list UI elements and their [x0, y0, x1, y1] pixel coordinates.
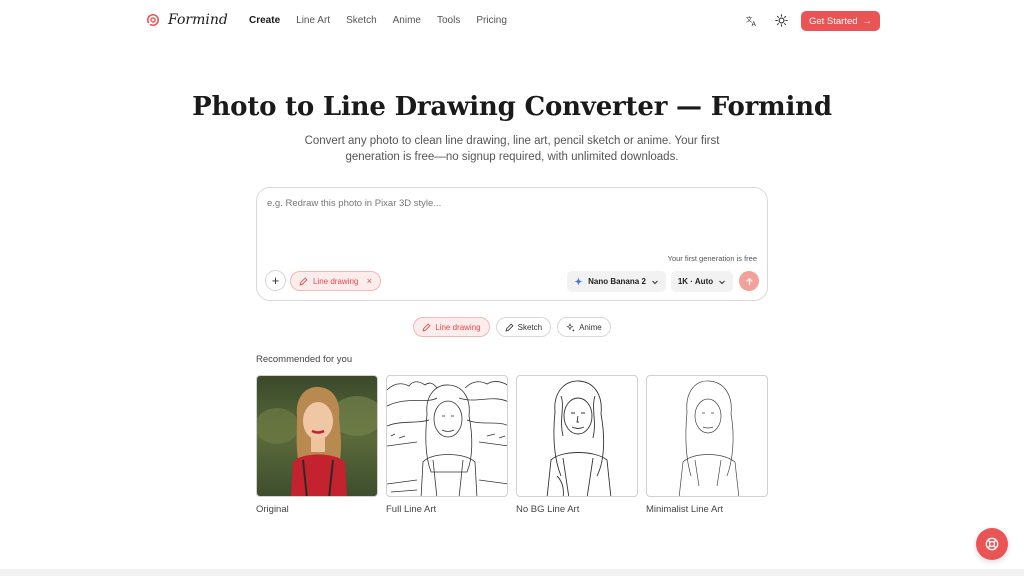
nav-create[interactable]: Create: [249, 15, 280, 26]
send-button[interactable]: [739, 271, 759, 291]
logo-text: Formind: [168, 12, 228, 28]
sparkle-icon: [574, 277, 584, 286]
help-chat-button[interactable]: [976, 528, 1008, 560]
recommended-card-no-bg-line-art[interactable]: No BG Line Art: [516, 375, 638, 515]
svg-text:A: A: [752, 20, 757, 27]
selected-style-chip[interactable]: Line drawing ×: [290, 271, 381, 291]
chevron-down-icon: [719, 280, 725, 284]
lifebuoy-icon: [985, 537, 999, 551]
arrow-up-icon: [745, 277, 753, 285]
prompt-box: Your first generation is free + Line dra…: [256, 187, 768, 301]
page-subtitle: Convert any photo to clean line drawing,…: [304, 135, 720, 163]
nav-sketch[interactable]: Sketch: [346, 15, 377, 26]
nav-anime[interactable]: Anime: [393, 15, 421, 26]
main-nav: Create Line Art Sketch Anime Tools Prici…: [249, 15, 523, 26]
footer-edge: [0, 569, 1024, 576]
chevron-down-icon: [652, 280, 658, 284]
recommended-title: Recommended for you: [256, 354, 353, 365]
sparkles-icon: [566, 323, 576, 332]
resolution-select[interactable]: 1K · Auto: [671, 271, 733, 292]
page-title: Photo to Line Drawing Converter — Formin…: [192, 92, 832, 122]
style-pills: Line drawing Sketch Anime: [0, 317, 1024, 337]
plus-icon: +: [271, 273, 280, 288]
arrow-right-icon: →: [862, 15, 873, 27]
nav-line-art[interactable]: Line Art: [296, 15, 330, 26]
logo[interactable]: Formind: [146, 12, 228, 28]
style-pill-sketch[interactable]: Sketch: [495, 317, 552, 337]
pencil-icon: [422, 323, 431, 331]
translate-icon[interactable]: 文 A: [745, 14, 758, 27]
logo-icon: [146, 13, 160, 27]
get-started-label: Get Started: [808, 15, 858, 27]
model-select[interactable]: Nano Banana 2: [567, 271, 666, 292]
style-pill-line-drawing[interactable]: Line drawing: [413, 317, 490, 337]
no-bg-line-art-thumbnail: [516, 375, 638, 497]
recommended-card-full-line-art[interactable]: Full Line Art: [386, 375, 508, 515]
full-line-art-thumbnail: [386, 375, 508, 497]
add-image-button[interactable]: +: [265, 270, 286, 291]
chip-label: Line drawing: [313, 276, 359, 286]
close-icon[interactable]: ×: [367, 276, 372, 286]
sun-icon[interactable]: [775, 14, 788, 27]
top-header: Formind Create Line Art Sketch Anime Too…: [0, 0, 1024, 42]
get-started-button[interactable]: Get Started →: [801, 11, 880, 31]
nav-tools[interactable]: Tools: [437, 15, 460, 26]
style-pill-anime[interactable]: Anime: [557, 317, 611, 337]
nav-pricing[interactable]: Pricing: [476, 15, 507, 26]
pen-icon: [505, 323, 514, 331]
card-caption: No BG Line Art: [516, 504, 580, 515]
original-photo-thumbnail: [256, 375, 378, 497]
card-caption: Minimalist Line Art: [646, 504, 724, 515]
card-caption: Full Line Art: [386, 504, 437, 515]
recommended-card-original[interactable]: Original: [256, 375, 378, 515]
style-pill-label: Line drawing: [435, 322, 481, 332]
minimalist-line-art-thumbnail: [646, 375, 768, 497]
pencil-icon: [299, 277, 308, 285]
model-label: Nano Banana 2: [588, 277, 646, 286]
prompt-input[interactable]: [267, 198, 757, 209]
card-caption: Original: [256, 504, 289, 515]
resolution-label: 1K · Auto: [677, 277, 714, 286]
style-pill-label: Anime: [579, 322, 602, 332]
recommended-card-minimalist-line-art[interactable]: Minimalist Line Art: [646, 375, 768, 515]
free-generation-note: Your first generation is free: [667, 254, 757, 263]
style-pill-label: Sketch: [517, 322, 543, 332]
